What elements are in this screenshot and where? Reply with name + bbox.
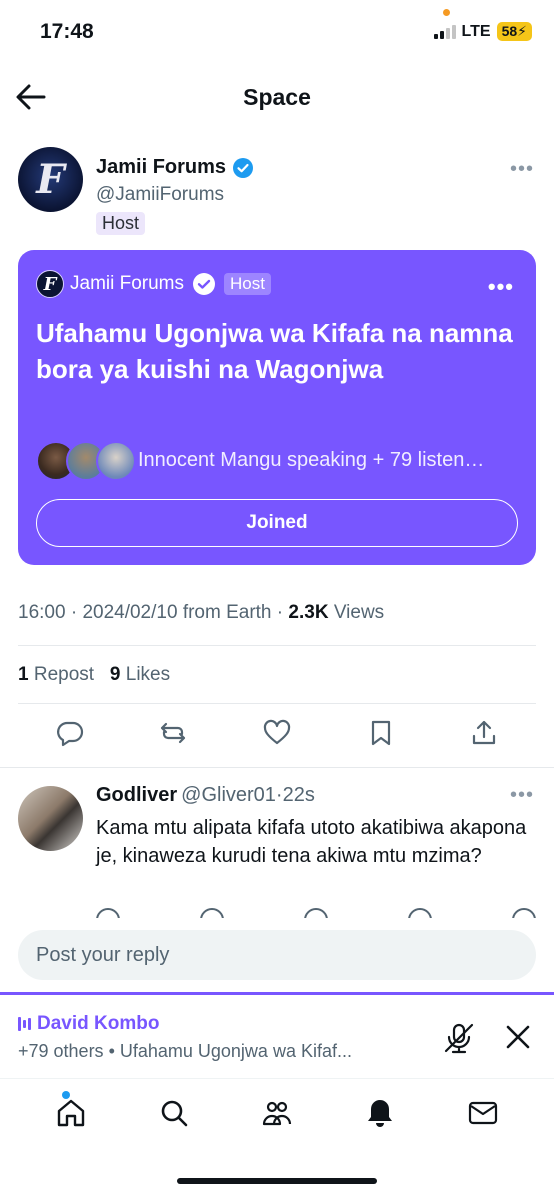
home-indicator bbox=[177, 1178, 377, 1184]
status-time: 17:48 bbox=[40, 20, 94, 43]
author-avatar-letter: F bbox=[36, 156, 65, 203]
joined-button[interactable]: Joined bbox=[36, 499, 518, 547]
reply-text: Kama mtu alipata kifafa utoto akatibiwa … bbox=[96, 817, 527, 867]
likes-label: Likes bbox=[125, 664, 171, 685]
verified-badge-icon bbox=[233, 157, 254, 178]
reposts-label: Repost bbox=[33, 664, 95, 685]
network-label: LTE bbox=[461, 22, 491, 40]
bottom-nav-icons bbox=[0, 1097, 554, 1129]
post-meta: 16:00 · 2024/02/10 from Earth · 2.3K Vie… bbox=[18, 602, 385, 623]
battery-level: 58 bbox=[501, 23, 518, 39]
like-icon[interactable] bbox=[262, 718, 292, 748]
likes-link[interactable]: 9 Likes bbox=[110, 664, 170, 685]
more-options-icon[interactable]: ••• bbox=[510, 158, 534, 181]
communities-icon[interactable] bbox=[261, 1097, 293, 1129]
post-actions bbox=[18, 718, 536, 748]
audio-bars-icon bbox=[18, 1016, 31, 1032]
space-host-badge: Host bbox=[224, 273, 271, 295]
divider bbox=[0, 767, 554, 768]
reply-more-icon[interactable]: ••• bbox=[510, 784, 534, 807]
post-time: 16:00 bbox=[18, 602, 66, 623]
post-source: from Earth bbox=[182, 602, 272, 623]
reply-time: 22s bbox=[282, 784, 315, 806]
post-stats: 1 Repost 9 Likes bbox=[18, 664, 170, 686]
author-handle[interactable]: @JamiiForums bbox=[96, 184, 224, 206]
author-name-row[interactable]: Jamii Forums bbox=[96, 156, 254, 179]
repost-icon[interactable] bbox=[158, 718, 188, 748]
verified-badge-icon bbox=[193, 273, 216, 295]
reply-author-name[interactable]: Godliver bbox=[96, 784, 177, 806]
battery-icon: 58⚡ bbox=[496, 22, 532, 41]
dock-speaker-row: David Kombo bbox=[18, 1013, 159, 1035]
space-host-name: Jamii Forums bbox=[70, 273, 185, 294]
space-card[interactable]: F Jamii Forums Host ••• Ufahamu Ugonjwa … bbox=[18, 250, 536, 565]
divider bbox=[18, 703, 536, 704]
reposts-link[interactable]: 1 Repost bbox=[18, 664, 94, 685]
bookmark-icon[interactable] bbox=[366, 718, 396, 748]
speaker-avatar bbox=[96, 441, 136, 481]
author-name: Jamii Forums bbox=[96, 156, 227, 178]
reply-icon[interactable] bbox=[55, 718, 85, 748]
home-icon[interactable] bbox=[55, 1097, 87, 1129]
dock-speaker-name: David Kombo bbox=[37, 1013, 160, 1034]
status-indicators: LTE 58⚡ bbox=[433, 22, 532, 41]
space-host-avatar-letter: F bbox=[43, 273, 57, 295]
host-badge: Host bbox=[96, 212, 146, 235]
post-date: 2024/02/10 bbox=[82, 602, 178, 623]
privacy-indicator-dot bbox=[443, 9, 450, 16]
likes-count: 9 bbox=[109, 664, 121, 685]
page-title: Space bbox=[243, 84, 311, 110]
mic-muted-icon[interactable] bbox=[442, 1021, 476, 1055]
speaker-avatars bbox=[36, 441, 136, 481]
reply-input[interactable]: Post your reply bbox=[18, 930, 536, 980]
search-icon[interactable] bbox=[158, 1097, 190, 1129]
space-title: Ufahamu Ugonjwa wa Kifafa na namna bora … bbox=[36, 318, 513, 384]
views-count: 2.3K bbox=[288, 602, 329, 623]
signal-icon bbox=[433, 24, 456, 39]
author-avatar[interactable]: F bbox=[18, 147, 83, 212]
views-label: Views bbox=[333, 602, 385, 623]
reply-header: Godliver @Gliver01·22s bbox=[96, 784, 315, 806]
space-more-icon[interactable]: ••• bbox=[488, 274, 514, 300]
messages-icon[interactable] bbox=[467, 1097, 499, 1129]
space-host-avatar: F bbox=[36, 270, 64, 298]
space-speaking-status: Innocent Mangu speaking + 79 listen… bbox=[138, 449, 485, 471]
reply-avatar[interactable] bbox=[18, 786, 83, 851]
space-host-row: Jamii Forums Host bbox=[70, 272, 271, 296]
reply-author-handle[interactable]: @Gliver01 bbox=[181, 784, 276, 806]
notifications-icon[interactable] bbox=[364, 1097, 396, 1129]
dock-subtitle: +79 others • Ufahamu Ugonjwa wa Kifaf... bbox=[18, 1041, 352, 1061]
share-icon[interactable] bbox=[469, 718, 499, 748]
divider bbox=[18, 645, 536, 646]
live-space-dock[interactable]: David Kombo +79 others • Ufahamu Ugonjwa… bbox=[0, 992, 554, 1078]
reposts-count: 1 bbox=[18, 664, 29, 685]
close-icon[interactable] bbox=[504, 1023, 532, 1051]
